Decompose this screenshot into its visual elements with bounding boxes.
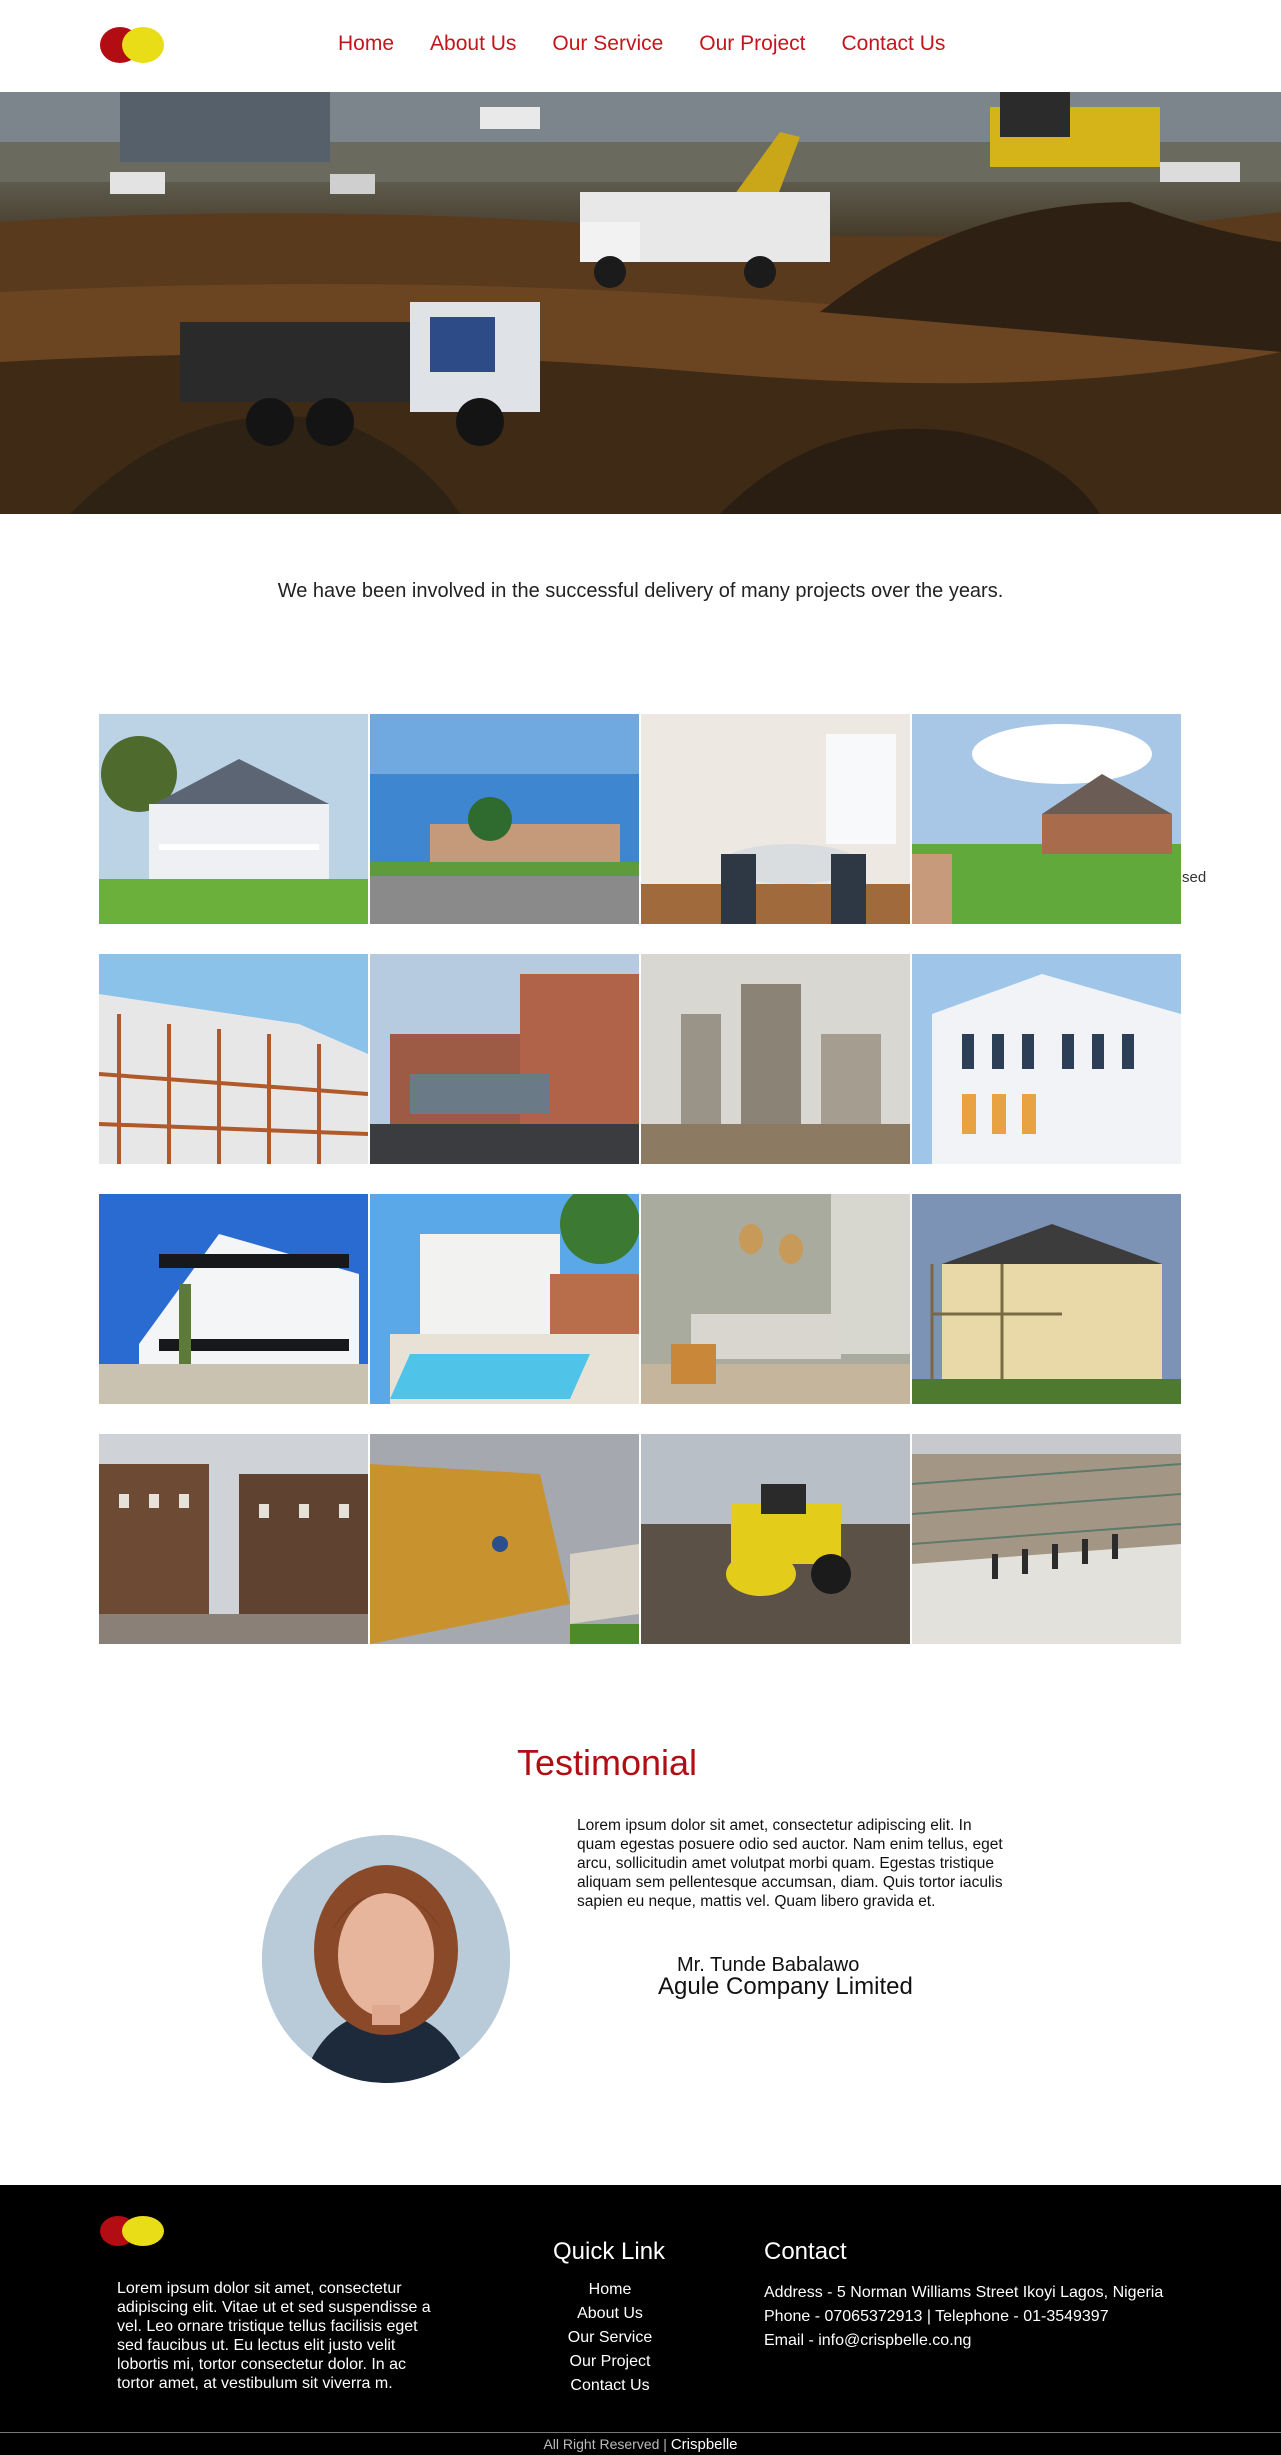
white-victorian-house-photo[interactable] [99,714,368,924]
logo-yellow-circle [122,2216,164,2246]
testimonial-title: Testimonial [516,1742,698,1783]
intro-text: We have been involved in the successful … [277,580,1004,602]
white-modern-villa-photo[interactable] [99,1194,368,1404]
brick-house-lawn-photo[interactable] [912,714,1181,924]
footer-copyright: All Right Reserved | Crispbelle [0,2436,1281,2453]
roofers-on-roof-photo[interactable] [370,1434,639,1644]
testimonial-text: Lorem ipsum dolor sit amet, consectetur … [577,1817,1003,1910]
nav-home[interactable]: Home [338,32,394,56]
brick-apartment-block-photo[interactable] [99,1434,368,1644]
footer-link-about-us[interactable]: About Us [540,2302,680,2326]
footer-about-text: Lorem ipsum dolor sit amet, consectetur … [117,2280,431,2392]
footer-address: Address - 5 Norman Williams Street Ikoyi… [764,2284,1164,2301]
nav-our-project[interactable]: Our Project [699,32,805,56]
footer-divider [0,2432,1281,2433]
logo-yellow-circle [122,27,164,63]
apartment-frame-construction-photo[interactable] [99,954,368,1164]
navbar: Home About Us Our Service Our Project Co… [0,0,1281,92]
footer-contact-title: Contact [764,2238,847,2265]
nav-contact-us[interactable]: Contact Us [842,32,946,56]
gallery-row [99,954,1181,1164]
copyright-brand: Crispbelle [670,2436,738,2453]
footer-link-home[interactable]: Home [540,2278,680,2302]
copyright-text: All Right Reserved | [543,2436,667,2452]
gallery-row [99,1194,1181,1404]
nav-our-service[interactable]: Our Service [552,32,663,56]
workers-on-site-photo[interactable] [912,1434,1181,1644]
footer-email[interactable]: Email - info@crispbelle.co.ng [764,2329,1163,2353]
footer-link-our-project[interactable]: Our Project [540,2350,680,2374]
footer-phone: Phone - 07065372913 | Telephone - 01-354… [764,2308,1109,2325]
road-roller-photo[interactable] [641,1434,910,1644]
gallery-row [99,1434,1181,1644]
footer-contact-info: Address - 5 Norman Williams Street Ikoyi… [764,2281,1163,2353]
testimonial-company: Agule Company Limited [658,1973,913,2000]
house-scaffolding-photo[interactable] [912,1194,1181,1404]
modern-dining-room-photo[interactable] [641,714,910,924]
footer-link-our-service[interactable]: Our Service [540,2326,680,2350]
footer-link-contact-us[interactable]: Contact Us [540,2374,680,2398]
logo[interactable] [100,27,164,63]
living-room-interior-photo[interactable] [641,1194,910,1404]
footer: Lorem ipsum dolor sit amet, consectetur … [0,2185,1281,2455]
gallery-row [99,714,1181,924]
cement-plant-photo[interactable] [641,954,910,1164]
white-corner-building-photo[interactable] [912,954,1181,1164]
stray-text: sed [1182,869,1207,886]
pool-house-photo[interactable] [370,1194,639,1404]
hero-construction-site-photo [0,92,1281,514]
footer-quick-link-title: Quick Link [553,2238,666,2265]
nav-menu: Home About Us Our Service Our Project Co… [338,32,945,56]
nav-about-us[interactable]: About Us [430,32,516,56]
suburban-street-houses-photo[interactable] [370,714,639,924]
testimonial-avatar-photo [262,1835,510,2083]
brick-hospital-building-photo[interactable] [370,954,639,1164]
footer-logo[interactable] [100,2216,164,2246]
footer-quick-links: Home About Us Our Service Our Project Co… [540,2278,680,2398]
